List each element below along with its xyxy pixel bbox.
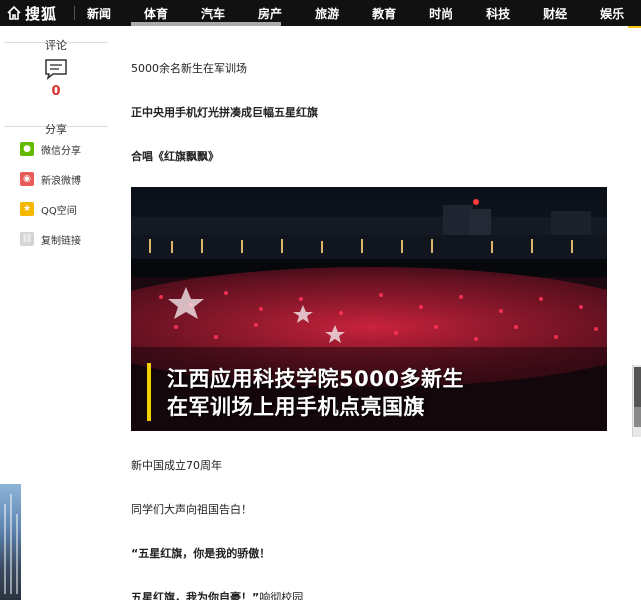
comment-label: 评论 bbox=[45, 39, 67, 52]
share-weibo[interactable]: ◉ 新浪微博 bbox=[20, 171, 81, 187]
share-weibo-label: 新浪微博 bbox=[41, 175, 81, 187]
caption-accent-bar bbox=[147, 363, 151, 421]
home-icon bbox=[7, 5, 21, 20]
share-wechat[interactable]: ● 微信分享 bbox=[20, 141, 81, 157]
article-paragraph: 正中央用手机灯光拼凑成巨幅五星红旗 bbox=[131, 106, 318, 119]
article-paragraph: “五星红旗，你是我的骄傲！ bbox=[131, 547, 271, 560]
nav-item-tech[interactable]: 科技 bbox=[486, 5, 510, 22]
article-paragraph: 5000余名新生在军训场 bbox=[131, 62, 247, 75]
share-qzone[interactable]: ★ QQ空间 bbox=[20, 201, 77, 217]
share-label: 分享 bbox=[45, 123, 67, 136]
nav-divider bbox=[74, 6, 75, 20]
top-nav-bar: 搜狐 新闻 体育 汽车 房产 旅游 教育 时尚 科技 财经 娱乐 bbox=[0, 0, 641, 26]
logo-text: 搜狐 bbox=[25, 4, 58, 23]
video-caption-line1: 江西应用科技学院5000多新生 bbox=[167, 367, 464, 391]
accent-strip bbox=[628, 26, 641, 44]
article-paragraph: 同学们大声向祖国告白！ bbox=[131, 503, 252, 516]
nav-item-education[interactable]: 教育 bbox=[372, 5, 396, 22]
sohu-logo[interactable]: 搜狐 bbox=[0, 0, 72, 26]
nav-item-entertainment[interactable]: 娱乐 bbox=[600, 5, 624, 22]
qzone-icon: ★ bbox=[20, 202, 34, 216]
weibo-icon: ◉ bbox=[20, 172, 34, 186]
nav-item-finance[interactable]: 财经 bbox=[543, 5, 567, 22]
share-qzone-label: QQ空间 bbox=[41, 205, 77, 217]
nav-item-fashion[interactable]: 时尚 bbox=[429, 5, 453, 22]
side-thumbnail-left[interactable] bbox=[0, 484, 21, 600]
link-icon: ⛓ bbox=[20, 232, 34, 246]
side-thumbnail-right[interactable] bbox=[632, 365, 641, 437]
nav-item-travel[interactable]: 旅游 bbox=[315, 5, 339, 22]
share-wechat-label: 微信分享 bbox=[41, 145, 81, 157]
share-copy-link[interactable]: ⛓ 复制链接 bbox=[20, 231, 81, 247]
nav-item-news[interactable]: 新闻 bbox=[87, 5, 111, 22]
article-quote-end: 五星红旗，我为你自豪！” bbox=[131, 591, 260, 600]
article-paragraph: 五星红旗，我为你自豪！”响彻校园 bbox=[131, 589, 303, 600]
video-thumbnail[interactable]: 江西应用科技学院5000多新生 在军训场上用手机点亮国旗 bbox=[131, 187, 607, 431]
article-paragraph: 新中国成立70周年 bbox=[131, 459, 222, 472]
comment-count[interactable]: 0 bbox=[0, 84, 112, 99]
article-paragraph: 合唱《红旗飘飘》 bbox=[131, 150, 219, 163]
article-line-tail: 响彻校园 bbox=[259, 591, 304, 600]
video-caption-line2: 在军训场上用手机点亮国旗 bbox=[167, 395, 425, 419]
cropped-text-line bbox=[131, 14, 291, 26]
comment-icon[interactable] bbox=[44, 58, 68, 80]
wechat-icon: ● bbox=[20, 142, 34, 156]
share-copy-link-label: 复制链接 bbox=[41, 235, 81, 247]
